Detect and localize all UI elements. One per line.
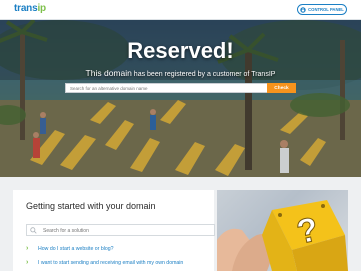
hero-title: Reserved! <box>127 38 234 63</box>
top-bar: transip CONTROL PANEL <box>0 0 361 20</box>
faq-link-email[interactable]: › I want to start sending and receiving … <box>26 259 183 266</box>
uk-flag-icon[interactable] <box>285 6 294 12</box>
question-block-photo: ? <box>217 190 348 271</box>
check-button[interactable]: Check <box>267 83 296 93</box>
getting-started-title: Getting started with your domain <box>26 201 156 211</box>
hero-subtitle-lead: This domain <box>85 68 132 78</box>
hero-subtitle: This domain has been registered by a cus… <box>0 68 361 78</box>
faq-link-label: I want to start sending and receiving em… <box>38 259 184 266</box>
solution-search-input[interactable] <box>41 225 215 237</box>
faq-link-label: How do I start a website or blog? <box>38 245 114 252</box>
chevron-right-icon: › <box>26 259 29 266</box>
logo-text: trans <box>14 3 38 14</box>
domain-search-input[interactable] <box>66 84 270 92</box>
hero-banner: Reserved! This domain has been registere… <box>0 20 361 177</box>
transip-logo[interactable]: transip <box>14 3 46 14</box>
control-panel-label: CONTROL PANEL <box>308 7 344 12</box>
hero-subtitle-rest: has been registered by a customer of Tra… <box>131 71 276 78</box>
domain-search-bar: Check <box>65 83 296 93</box>
search-icon <box>30 227 37 234</box>
content-section: Getting started with your domain › How d… <box>0 177 361 271</box>
dutch-flag-icon[interactable] <box>274 6 283 12</box>
logo-accent-text: ip <box>37 3 46 14</box>
lock-icon <box>300 6 306 13</box>
getting-started-card: Getting started with your domain › How d… <box>13 190 215 271</box>
chevron-right-icon: › <box>26 245 29 252</box>
control-panel-button[interactable]: CONTROL PANEL <box>297 4 347 15</box>
faq-link-start-website[interactable]: › How do I start a website or blog? <box>26 245 114 252</box>
solution-search-box <box>26 224 215 237</box>
